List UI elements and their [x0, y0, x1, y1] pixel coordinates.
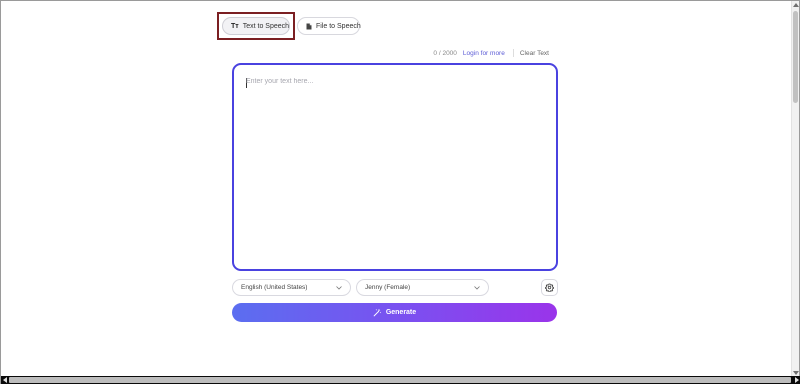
language-select[interactable]: English (United States) — [232, 279, 351, 296]
generate-button[interactable]: Generate — [232, 303, 557, 322]
magic-wand-icon — [373, 308, 382, 317]
scroll-right-arrow-icon[interactable] — [795, 377, 799, 383]
generate-button-label: Generate — [385, 309, 417, 316]
voice-select-value: Jenny (Female) — [365, 284, 411, 291]
vertical-scrollbar-thumb[interactable] — [793, 11, 798, 103]
text-format-icon: Tт — [231, 22, 239, 30]
editor-info-row: 0 / 2000 Login for more Clear Text — [433, 49, 549, 57]
horizontal-scrollbar-thumb[interactable] — [9, 377, 791, 383]
chevron-down-icon — [474, 285, 480, 290]
login-for-more-link[interactable]: Login for more — [463, 50, 505, 57]
scroll-left-arrow-icon[interactable] — [3, 377, 7, 383]
voice-select[interactable]: Jenny (Female) — [356, 279, 489, 296]
divider — [512, 49, 514, 57]
tab-file-to-speech-label: File to Speech — [316, 22, 361, 30]
gear-icon — [545, 283, 554, 292]
scroll-down-arrow-icon[interactable] — [793, 371, 799, 375]
chevron-down-icon — [336, 285, 342, 290]
clear-text-button[interactable]: Clear Text — [520, 50, 549, 57]
tab-file-to-speech[interactable]: File to Speech — [297, 17, 361, 35]
scroll-up-arrow-icon[interactable] — [793, 3, 799, 7]
tab-text-to-speech[interactable]: Tт Text to Speech — [222, 17, 290, 35]
character-counter: 0 / 2000 — [433, 49, 457, 57]
tab-text-to-speech-label: Text to Speech — [242, 22, 290, 30]
language-select-value: English (United States) — [241, 284, 308, 291]
vertical-scrollbar[interactable] — [791, 1, 799, 377]
voice-settings-button[interactable] — [541, 279, 558, 296]
text-editor[interactable] — [232, 63, 558, 271]
text-input[interactable] — [246, 78, 546, 259]
horizontal-scrollbar[interactable] — [1, 376, 800, 384]
file-icon — [306, 23, 312, 30]
